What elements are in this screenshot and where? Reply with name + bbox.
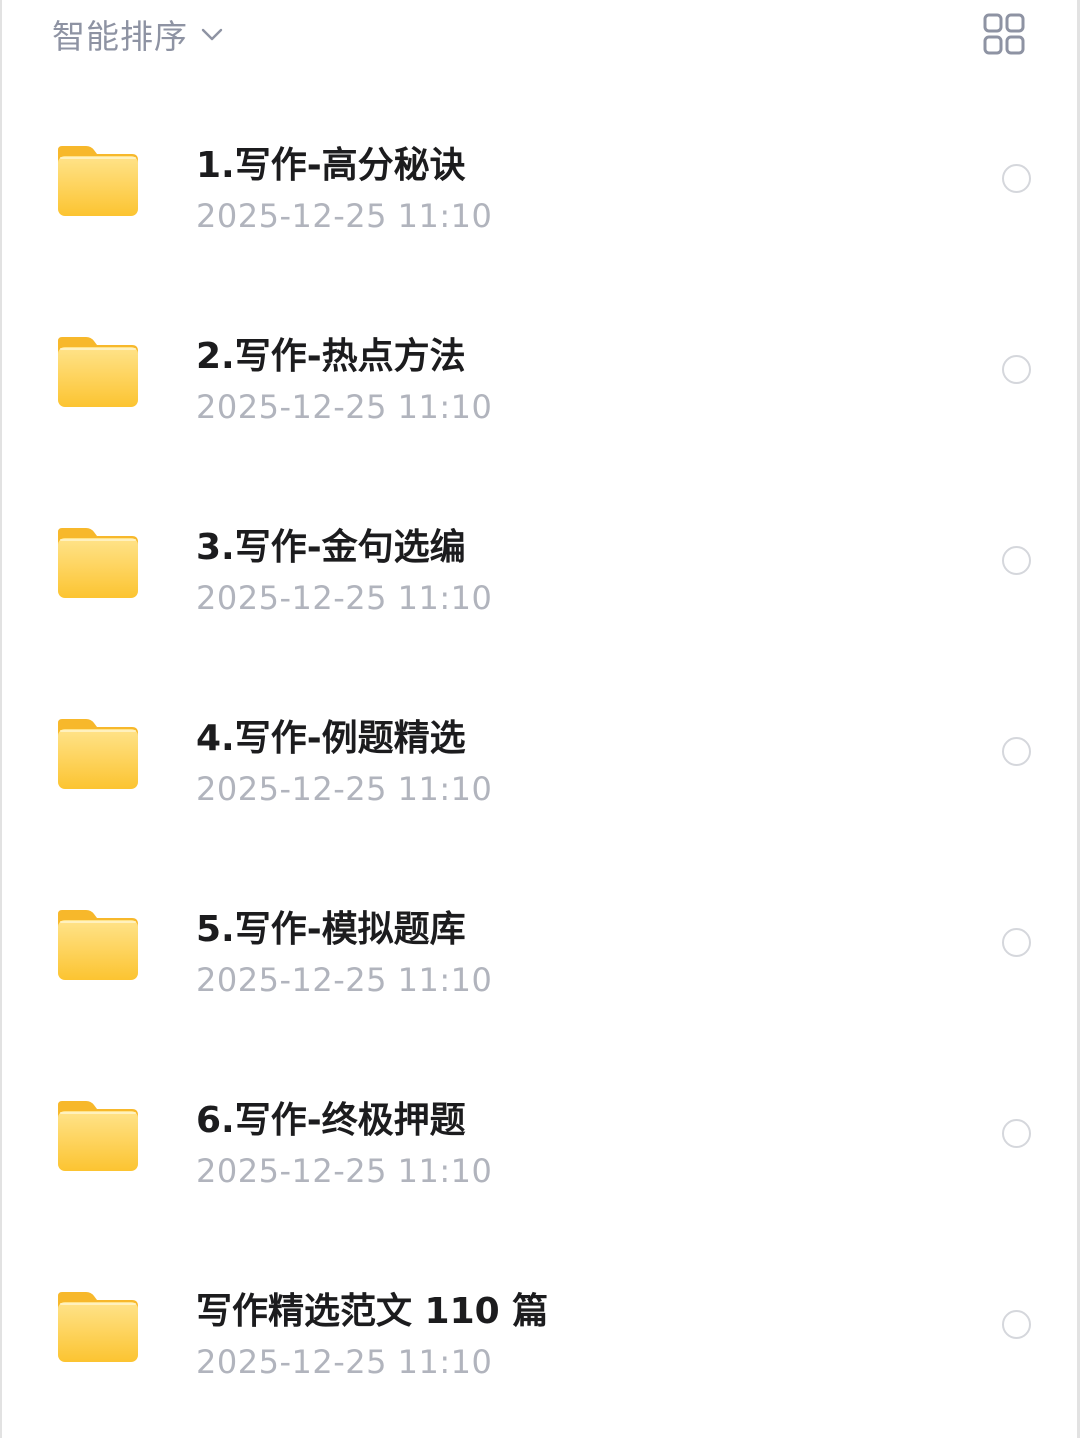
folder-date: 2025-12-25 11:10 bbox=[196, 1343, 493, 1381]
folder-icon bbox=[56, 1099, 140, 1173]
folder-name: 1.写作-高分秘诀 bbox=[196, 145, 466, 186]
folder-row[interactable]: 1.写作-高分秘诀 2025-12-25 11:10 bbox=[0, 82, 1080, 273]
folder-icon bbox=[56, 908, 140, 982]
folder-icon bbox=[56, 717, 140, 791]
folder-date: 2025-12-25 11:10 bbox=[196, 388, 493, 426]
folder-name: 2.写作-热点方法 bbox=[196, 336, 466, 377]
folder-row[interactable]: 写作精选范文 110 篇 2025-12-25 11:10 bbox=[0, 1228, 1080, 1419]
folder-date: 2025-12-25 11:10 bbox=[196, 197, 493, 235]
folder-icon bbox=[56, 526, 140, 600]
folder-name: 5.写作-模拟题库 bbox=[196, 909, 466, 950]
grid-view-icon[interactable] bbox=[982, 12, 1026, 56]
folder-date: 2025-12-25 11:10 bbox=[196, 961, 493, 999]
sort-toolbar: 智能排序 bbox=[0, 0, 1080, 70]
select-radio-button[interactable] bbox=[1002, 928, 1031, 957]
select-radio-button[interactable] bbox=[1002, 164, 1031, 193]
chevron-down-icon bbox=[201, 28, 223, 41]
select-radio-button[interactable] bbox=[1002, 355, 1031, 384]
folder-icon bbox=[56, 1290, 140, 1364]
folder-name: 6.写作-终极押题 bbox=[196, 1100, 466, 1141]
folder-row[interactable]: 4.写作-例题精选 2025-12-25 11:10 bbox=[0, 655, 1080, 846]
select-radio-button[interactable] bbox=[1002, 1310, 1031, 1339]
folder-row[interactable]: 3.写作-金句选编 2025-12-25 11:10 bbox=[0, 464, 1080, 655]
folder-name: 4.写作-例题精选 bbox=[196, 718, 466, 759]
sort-label: 智能排序 bbox=[52, 17, 188, 56]
sort-dropdown-button[interactable]: 智能排序 bbox=[52, 10, 224, 58]
select-radio-button[interactable] bbox=[1002, 737, 1031, 766]
select-radio-button[interactable] bbox=[1002, 546, 1031, 575]
folder-icon bbox=[56, 335, 140, 409]
folder-list: 1.写作-高分秘诀 2025-12-25 11:10 2.写作-热点方法 2025-1… bbox=[0, 82, 1080, 1419]
folder-icon bbox=[56, 144, 140, 218]
folder-date: 2025-12-25 11:10 bbox=[196, 770, 493, 808]
select-radio-button[interactable] bbox=[1002, 1119, 1031, 1148]
folder-date: 2025-12-25 11:10 bbox=[196, 579, 493, 617]
folder-name: 写作精选范文 110 篇 bbox=[196, 1291, 549, 1332]
folder-name: 3.写作-金句选编 bbox=[196, 527, 466, 568]
folder-row[interactable]: 5.写作-模拟题库 2025-12-25 11:10 bbox=[0, 846, 1080, 1037]
folder-date: 2025-12-25 11:10 bbox=[196, 1152, 493, 1190]
folder-row[interactable]: 2.写作-热点方法 2025-12-25 11:10 bbox=[0, 273, 1080, 464]
folder-row[interactable]: 6.写作-终极押题 2025-12-25 11:10 bbox=[0, 1037, 1080, 1228]
